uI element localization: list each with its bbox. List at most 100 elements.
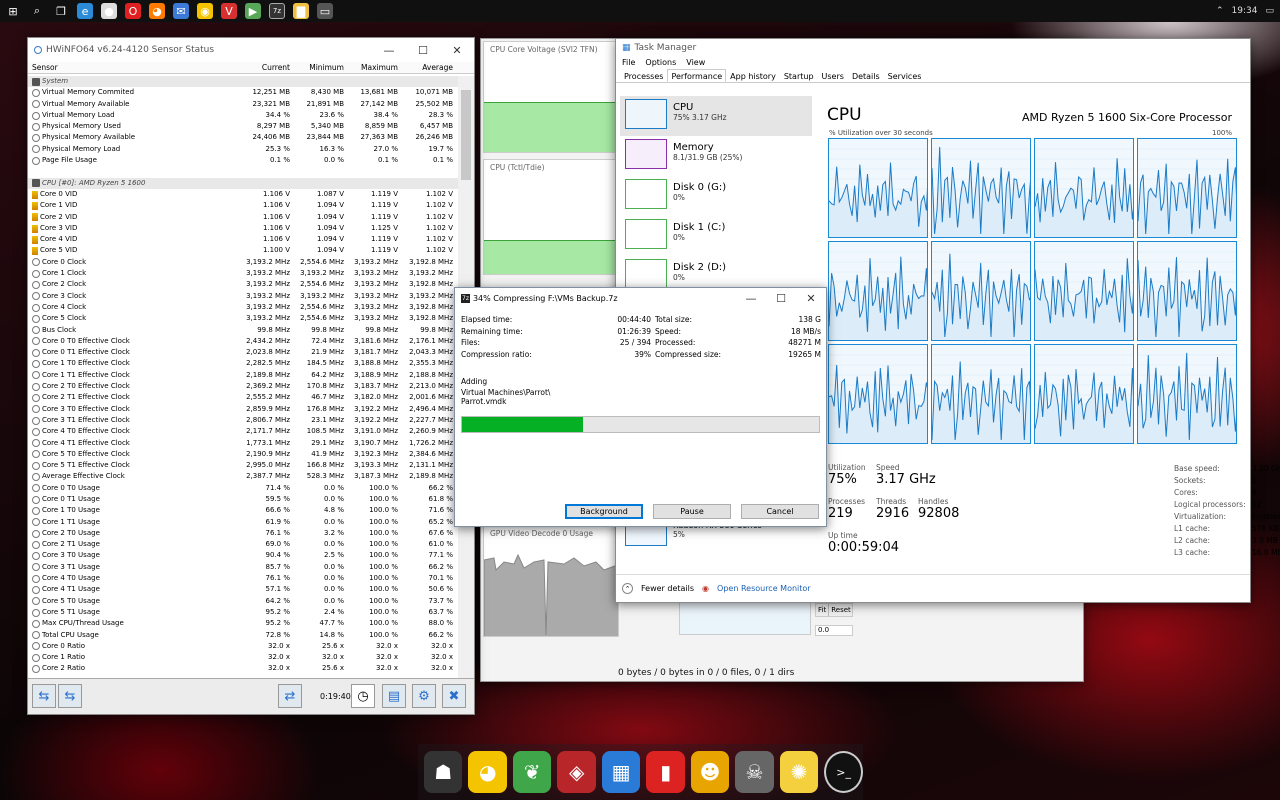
chrome-icon[interactable]: ◉ <box>197 3 213 19</box>
sensor-row[interactable]: Core 1 VID 1.106 V 1.094 V 1.119 V 1.102 V <box>28 200 458 211</box>
zip-close-button[interactable]: ✕ <box>796 288 826 308</box>
pause-button[interactable]: Pause <box>653 504 731 519</box>
sensor-row[interactable]: Core 4 T1 Effective Clock 1,773.1 MHz 29.1… <box>28 438 458 449</box>
maximize-button[interactable]: ☐ <box>406 38 440 62</box>
menu-view[interactable]: View <box>686 57 705 69</box>
clock-icon[interactable]: ◷ <box>351 684 375 708</box>
settings-icon[interactable]: ⚙ <box>412 684 436 708</box>
sensor-row[interactable]: Core 5 T1 Usage 95.2 % 2.4 % 100.0 % 63.7 % <box>28 607 458 618</box>
sensor-row[interactable]: Core 1 Clock 3,193.2 MHz 3,193.2 MHz 3,193.… <box>28 268 458 279</box>
sidebar-item-disk-0-g[interactable]: Disk 0 (G:) 0% <box>620 176 812 216</box>
7zip-icon[interactable]: 7z <box>269 3 285 19</box>
sensor-row[interactable]: Max CPU/Thread Usage 95.2 % 47.7 % 100.0 % 8… <box>28 618 458 629</box>
sensor-row[interactable]: Core 2 T0 Effective Clock 2,369.2 MHz 170.… <box>28 381 458 392</box>
close-button[interactable]: ✕ <box>440 38 474 62</box>
opera-icon[interactable]: O <box>125 3 141 19</box>
sensor-row[interactable]: Core 0 T1 Effective Clock 2,023.8 MHz 21.9… <box>28 347 458 358</box>
zip-minimize-button[interactable]: — <box>736 288 766 308</box>
hwinfo-titlebar[interactable]: HWiNFO64 v6.24-4120 Sensor Status — ☐ ✕ <box>28 38 474 62</box>
fewer-details-link[interactable]: Fewer details <box>641 584 694 593</box>
chevron-up-icon[interactable]: ⌃ <box>1216 6 1224 16</box>
sensor-row[interactable]: Core 3 Clock 3,193.2 MHz 3,193.2 MHz 3,193.… <box>28 291 458 302</box>
sidebar-item-memory[interactable]: Memory 8.1/31.9 GB (25%) <box>620 136 812 176</box>
sensor-row[interactable]: Virtual Memory Commited 12,251 MB 8,430 MB… <box>28 87 458 98</box>
arrow-left-right-icon[interactable]: ⇆ <box>32 684 56 708</box>
sensor-row[interactable]: Core 1 T1 Effective Clock 2,189.8 MHz 64.2… <box>28 370 458 381</box>
sensor-row[interactable]: Physical Memory Load 25.3 % 16.3 % 27.0 % 19… <box>28 144 458 155</box>
col-maximum[interactable]: Maximum <box>349 62 403 73</box>
bulb-icon[interactable]: ✺ <box>779 751 819 793</box>
sensor-row[interactable]: Bus Clock 99.8 MHz 99.8 MHz 99.8 MHz 99.8 MH… <box>28 325 458 336</box>
sensor-row[interactable]: Core 3 VID 1.106 V 1.094 V 1.125 V 1.102 V <box>28 223 458 234</box>
tab-users[interactable]: Users <box>818 69 848 82</box>
sensor-row[interactable]: Physical Memory Used 8,297 MB 5,340 MB 8,85… <box>28 121 458 132</box>
folder-icon[interactable]: ▇ <box>293 3 309 19</box>
minimize-button[interactable]: — <box>372 38 406 62</box>
sensor-section[interactable]: System <box>28 76 458 88</box>
sensor-row[interactable]: Core 4 T0 Usage 76.1 % 0.0 % 100.0 % 70.1 % <box>28 573 458 584</box>
sensor-row[interactable]: Core 0 Ratio 32.0 x 25.6 x 32.0 x 32.0 x <box>28 641 458 652</box>
terminal-icon[interactable]: >_ <box>824 751 864 793</box>
browser-icon[interactable]: ● <box>101 3 117 19</box>
sensor-row[interactable]: Core 3 T0 Usage 90.4 % 2.5 % 100.0 % 77.1 % <box>28 550 458 561</box>
notification-icon[interactable]: ▭ <box>1265 6 1274 16</box>
arrow-left-right-alt-icon[interactable]: ⇆ <box>58 684 82 708</box>
sensor-row[interactable]: Core 0 T0 Usage 71.4 % 0.0 % 100.0 % 66.2 % <box>28 483 458 494</box>
sensor-row[interactable]: Core 5 T1 Effective Clock 2,995.0 MHz 166.… <box>28 460 458 471</box>
sensor-row[interactable]: Core 2 T1 Effective Clock 2,555.2 MHz 46.7… <box>28 392 458 403</box>
tab-processes[interactable]: Processes <box>620 69 667 82</box>
menu-file[interactable]: File <box>622 57 635 69</box>
sensor-row[interactable]: Core 1 T1 Usage 61.9 % 0.0 % 100.0 % 65.2 % <box>28 517 458 528</box>
open-resource-monitor-link[interactable]: Open Resource Monitor <box>717 584 811 593</box>
task-view-icon[interactable]: ❐ <box>53 3 69 19</box>
sensor-row[interactable]: Core 1 T0 Effective Clock 2,282.5 MHz 184.… <box>28 358 458 369</box>
col-sensor[interactable]: Sensor <box>28 62 243 73</box>
tab-startup[interactable]: Startup <box>780 69 818 82</box>
zip-maximize-button[interactable]: ☐ <box>766 288 796 308</box>
alienware-icon[interactable]: ☗ <box>424 751 463 793</box>
sensor-row[interactable]: Core 4 Clock 3,193.2 MHz 2,554.6 MHz 3,193.… <box>28 302 458 313</box>
col-average[interactable]: Average <box>403 62 458 73</box>
sensor-row[interactable]: Core 5 T0 Effective Clock 2,190.9 MHz 41.9… <box>28 449 458 460</box>
tab-app-history[interactable]: App history <box>726 69 780 82</box>
search-icon[interactable]: ⌕ <box>29 3 45 19</box>
col-minimum[interactable]: Minimum <box>295 62 349 73</box>
zip-titlebar[interactable]: 7z 34% Compressing F:\VMs Backup.7z — ☐ … <box>455 288 826 308</box>
sensor-row[interactable]: Core 4 VID 1.106 V 1.094 V 1.119 V 1.102 V <box>28 234 458 245</box>
leaf-icon[interactable]: ❦ <box>512 751 552 793</box>
sensor-row[interactable]: Core 4 T1 Usage 57.1 % 0.0 % 100.0 % 50.6 % <box>28 584 458 595</box>
scroll-thumb[interactable] <box>461 90 471 180</box>
ironman-icon[interactable]: ◈ <box>557 751 596 793</box>
sensor-row[interactable]: Core 2 Clock 3,193.2 MHz 2,554.6 MHz 3,193.… <box>28 279 458 290</box>
network-icon[interactable]: ⇄ <box>278 684 302 708</box>
sensor-row[interactable]: Physical Memory Available 24,406 MB 23,844… <box>28 132 458 143</box>
tab-performance[interactable]: Performance <box>667 69 727 82</box>
sensor-row[interactable]: Average Effective Clock 2,387.7 MHz 528.3 … <box>28 471 458 482</box>
sensor-row[interactable]: Core 5 T0 Usage 64.2 % 0.0 % 100.0 % 73.7 % <box>28 596 458 607</box>
sensor-row[interactable]: Core 2 Ratio 32.0 x 25.6 x 32.0 x 32.0 x <box>28 663 458 674</box>
reset-label[interactable]: Reset <box>828 604 852 616</box>
sensor-row[interactable]: Core 2 T0 Usage 76.1 % 3.2 % 100.0 % 67.6 % <box>28 528 458 539</box>
sidebar-item-disk-1-c[interactable]: Disk 1 (C:) 0% <box>620 216 812 256</box>
sensor-row[interactable]: Page File Usage 0.1 % 0.0 % 0.1 % 0.1 % <box>28 155 458 166</box>
col-current[interactable]: Current <box>243 62 295 73</box>
sensor-row[interactable]: Core 0 T0 Effective Clock 2,434.2 MHz 72.4… <box>28 336 458 347</box>
sensor-row[interactable]: Core 1 T0 Usage 66.6 % 4.8 % 100.0 % 71.6 % <box>28 505 458 516</box>
player-icon[interactable]: ▶ <box>245 3 261 19</box>
clock[interactable]: 19:34 <box>1232 6 1258 16</box>
edge-icon[interactable]: e <box>77 3 93 19</box>
tab-details[interactable]: Details <box>848 69 884 82</box>
sensor-row[interactable]: Core 3 T0 Effective Clock 2,859.9 MHz 176.… <box>28 404 458 415</box>
sensor-row[interactable]: Core 5 Clock 3,193.2 MHz 2,554.6 MHz 3,193.… <box>28 313 458 324</box>
windows-start-icon[interactable]: ⊞ <box>5 3 21 19</box>
taskmgr-titlebar[interactable]: ▦ Task Manager <box>616 39 1250 57</box>
sensor-row[interactable]: Total CPU Usage 72.8 % 14.8 % 100.0 % 66.2 % <box>28 630 458 641</box>
sensor-row[interactable]: Core 0 Clock 3,193.2 MHz 2,554.6 MHz 3,193.… <box>28 257 458 268</box>
sensor-row[interactable]: Core 1 Ratio 32.0 x 32.0 x 32.0 x 32.0 x <box>28 652 458 663</box>
fit-y-button[interactable]: Fit y Reset <box>815 603 853 617</box>
duck-icon[interactable]: ◕ <box>468 751 507 793</box>
close-x-icon[interactable]: ✖ <box>442 684 466 708</box>
clapper-icon[interactable]: ▦ <box>601 751 641 793</box>
pooh-icon[interactable]: ☻ <box>690 751 730 793</box>
sensor-row[interactable]: Core 0 VID 1.106 V 1.087 V 1.119 V 1.102 V <box>28 189 458 200</box>
